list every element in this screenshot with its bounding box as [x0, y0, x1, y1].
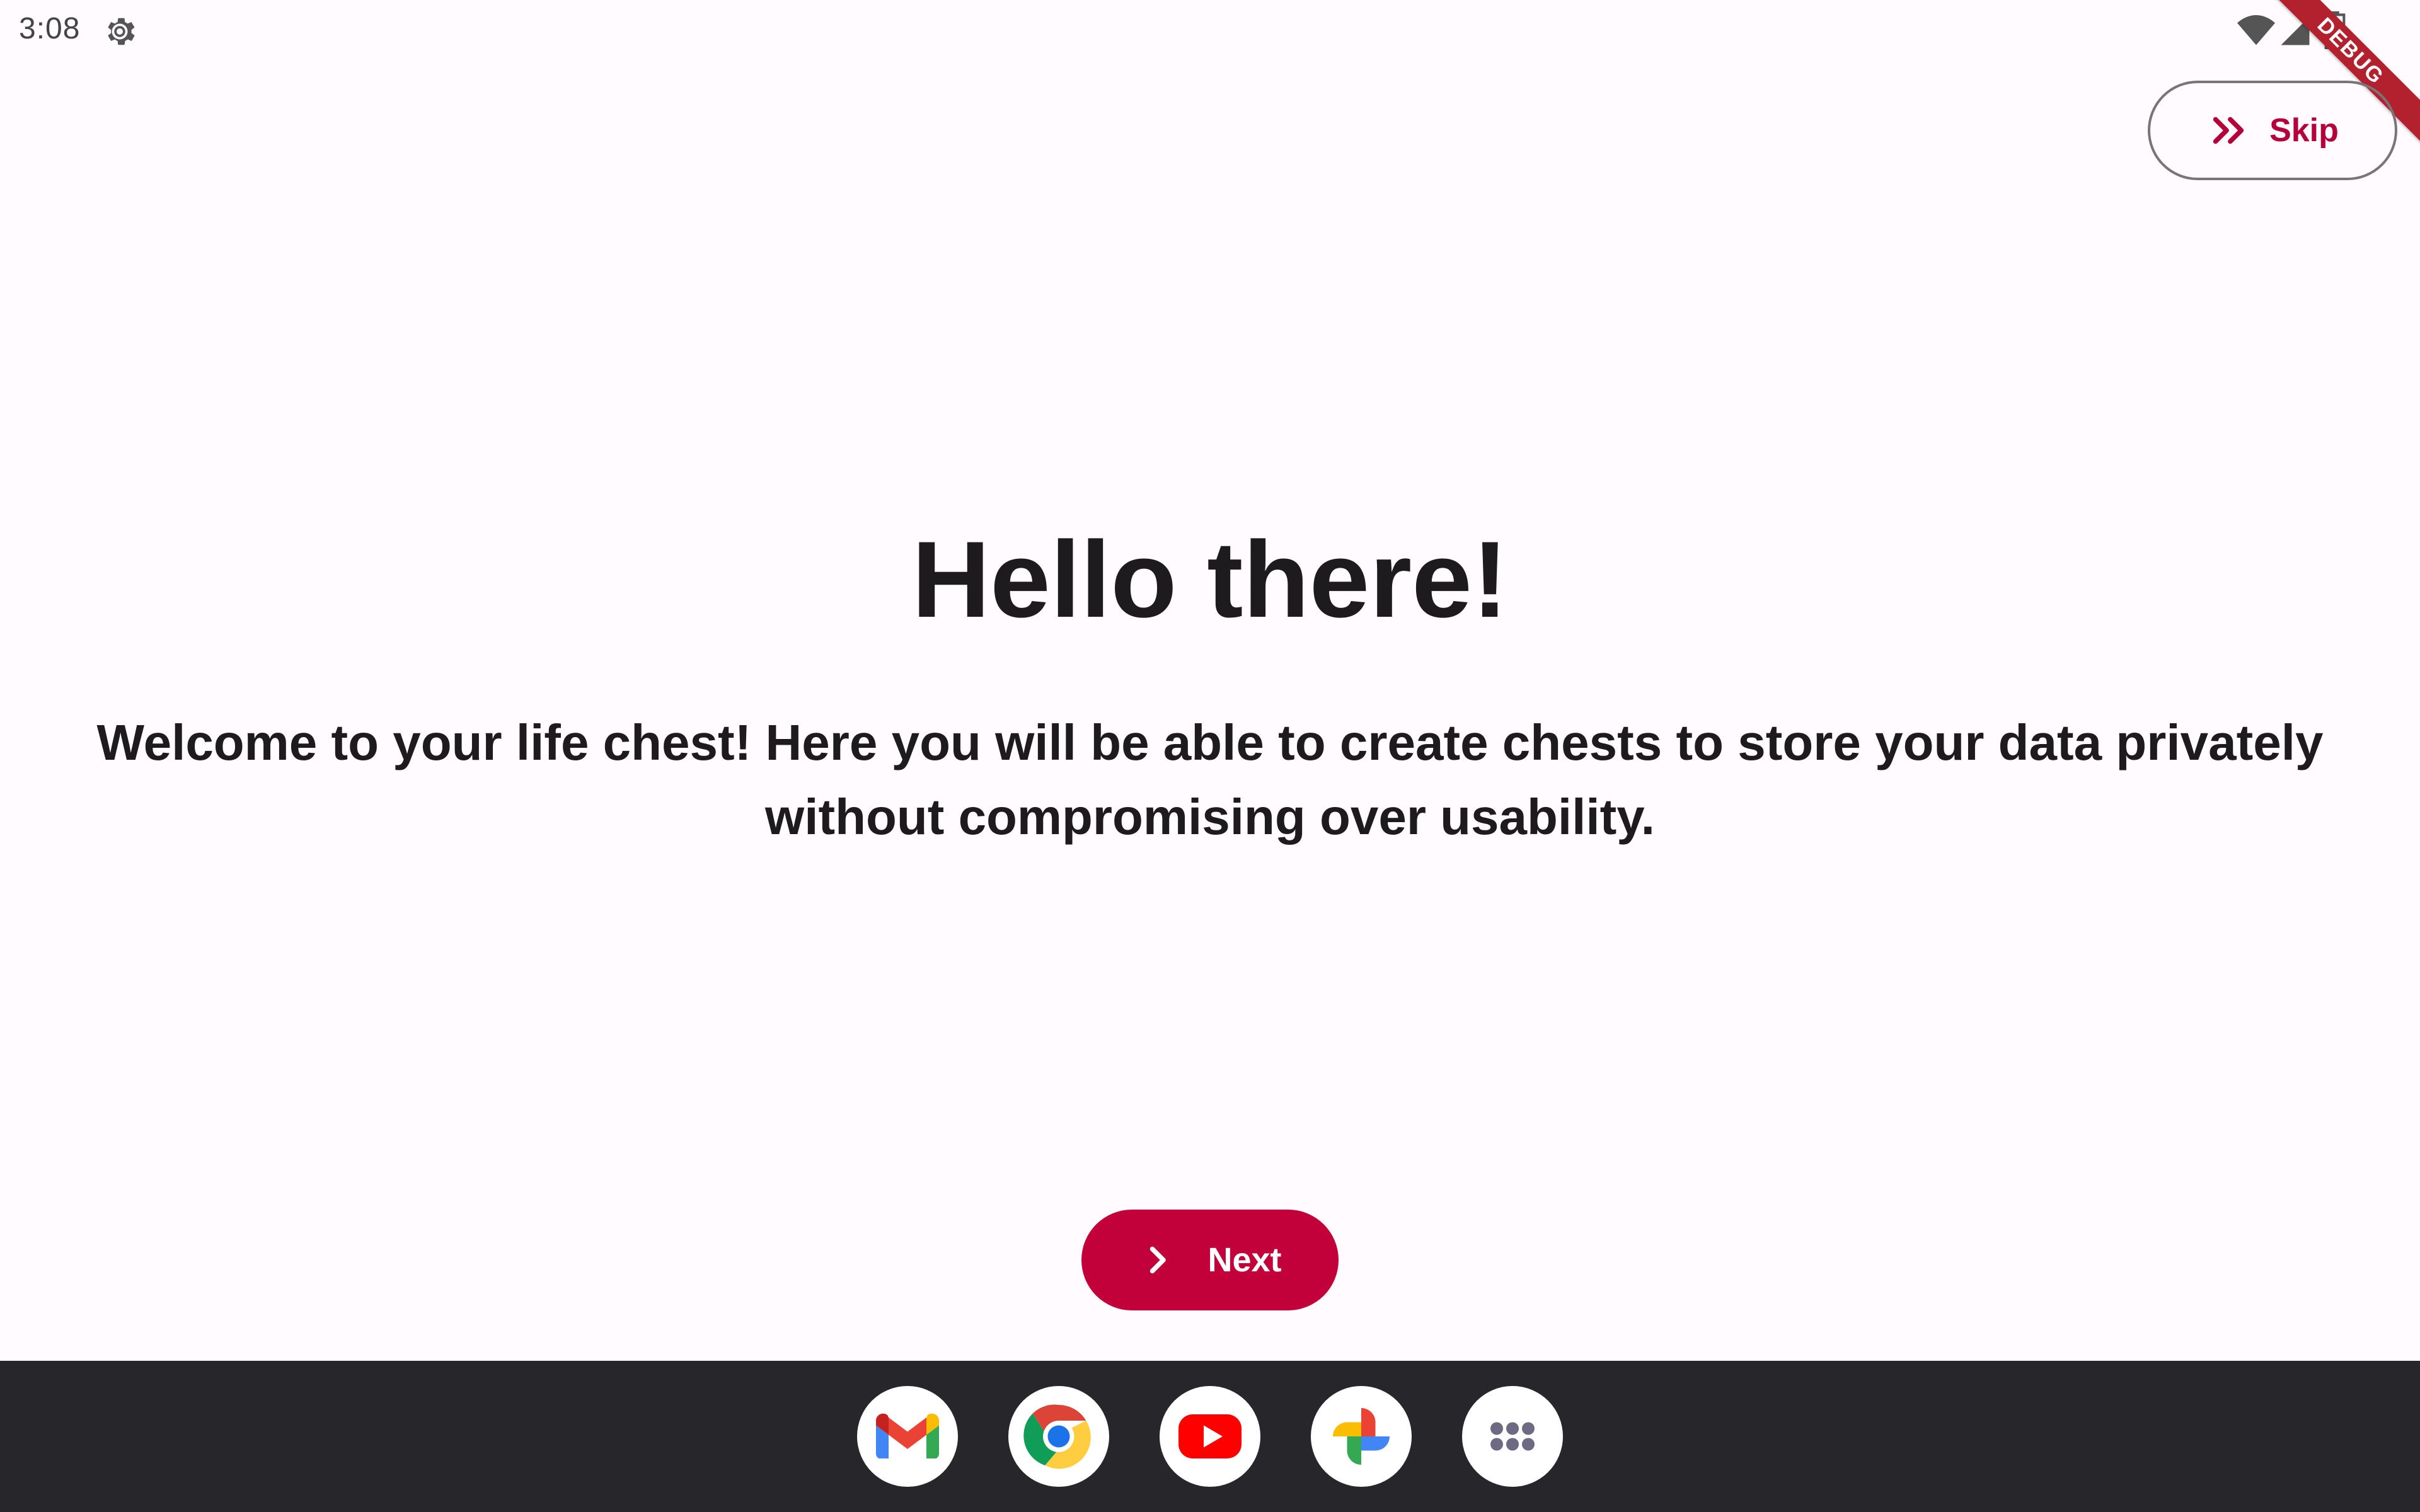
chrome-icon	[1023, 1404, 1091, 1469]
onboarding-body: Welcome to your life chest! Here you wil…	[96, 714, 2324, 845]
chrome-app[interactable]	[1008, 1386, 1109, 1487]
app-drawer-icon	[1490, 1422, 1535, 1451]
youtube-app[interactable]	[1160, 1386, 1260, 1487]
skip-button[interactable]: Skip	[2148, 81, 2397, 180]
status-time: 3:08	[19, 12, 81, 45]
next-button[interactable]: Next	[1081, 1210, 1339, 1310]
app-drawer-button[interactable]	[1462, 1386, 1563, 1487]
settings-icon	[108, 18, 135, 45]
gmail-icon	[876, 1413, 939, 1458]
onboarding-headline: Hello there!	[911, 519, 1509, 640]
double-chevron-right-icon	[2213, 117, 2244, 144]
gmail-app[interactable]	[857, 1386, 958, 1487]
status-bar: 3:08	[0, 0, 2420, 63]
onboarding-screen: 3:08 DEBUG Skip Hello there! Welcome to …	[0, 0, 2420, 1512]
next-label: Next	[1207, 1241, 1282, 1279]
google-photos-app[interactable]	[1311, 1386, 1412, 1487]
wifi-icon	[2237, 15, 2275, 45]
google-photos-icon	[1333, 1408, 1390, 1465]
youtube-icon	[1178, 1414, 1242, 1458]
chevron-right-icon	[1150, 1246, 1167, 1274]
skip-label: Skip	[2269, 112, 2339, 149]
